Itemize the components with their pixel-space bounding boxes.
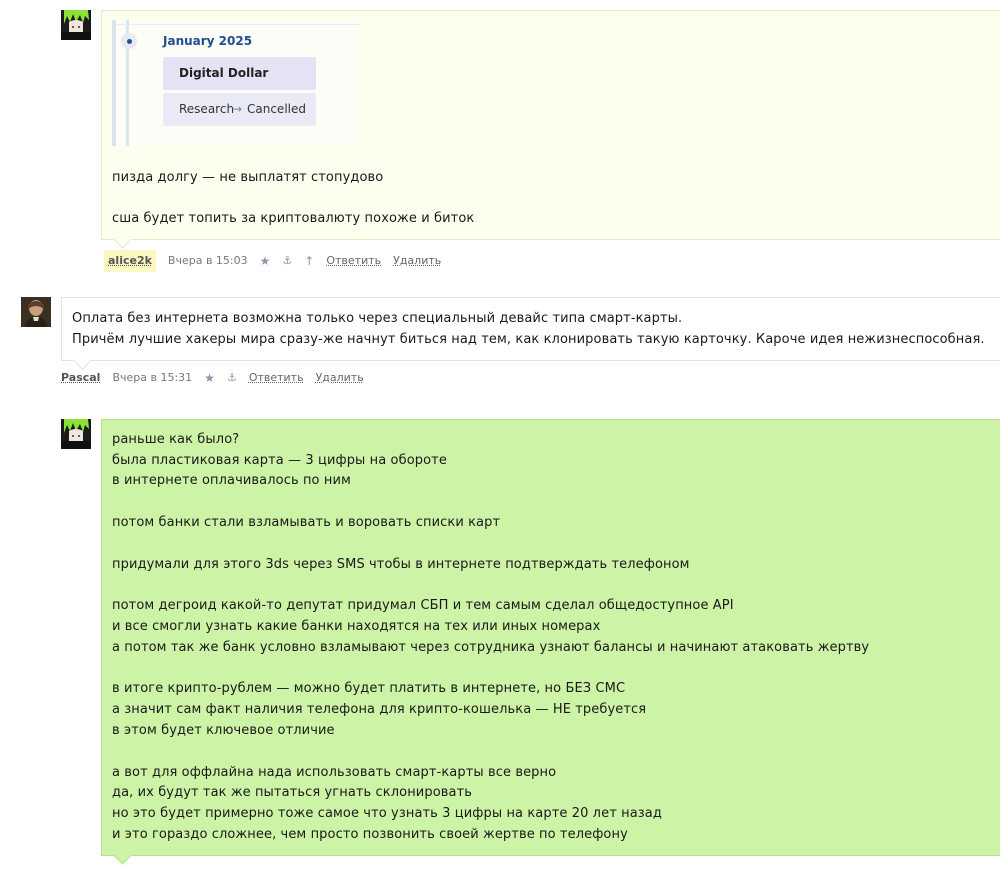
comment-text-line: придумали для этого 3ds через SMS чтобы … bbox=[112, 557, 690, 572]
comment-text-line: в этом будет ключевое отличие bbox=[112, 723, 335, 738]
comment-text-line: раньше как было? bbox=[112, 432, 240, 447]
comment-text-line: Причём лучшие хакеры мира сразу-же начну… bbox=[72, 332, 985, 347]
reply-button[interactable]: Ответить bbox=[249, 371, 304, 385]
timeline-item-title[interactable]: Digital Dollar bbox=[163, 57, 316, 90]
author-link[interactable]: alice2k bbox=[104, 250, 156, 272]
green-hair-avatar-icon bbox=[61, 10, 91, 40]
comment-text-line: а вот для оффлайна нада использовать сма… bbox=[112, 765, 557, 780]
bubble-tail bbox=[113, 230, 132, 249]
status-from: Research bbox=[179, 102, 235, 116]
comment-text-line: в интернете оплачивалось по ним bbox=[112, 473, 351, 488]
portrait-avatar-icon bbox=[21, 297, 51, 327]
reply-button[interactable]: Ответить bbox=[326, 254, 381, 268]
arrow-right-icon: → bbox=[232, 102, 243, 116]
delete-button[interactable]: Удалить bbox=[393, 254, 441, 268]
comment-text-line: была пластиковая карта — 3 цифры на обор… bbox=[112, 453, 447, 468]
author-link[interactable]: Pascal bbox=[61, 371, 100, 385]
avatar[interactable] bbox=[21, 297, 51, 327]
avatar[interactable] bbox=[61, 419, 91, 449]
comment-text-line: да, их будут так же пытаться угнать скло… bbox=[112, 785, 473, 800]
status-to: Cancelled bbox=[247, 102, 306, 116]
comment-time[interactable]: Вчера в 15:03 bbox=[168, 254, 248, 268]
arrow-up-icon[interactable]: ↑ bbox=[304, 254, 314, 268]
avatar[interactable] bbox=[61, 10, 91, 40]
comment-meta: alice2k Вчера в 15:03 ★ ⚓ ↑ Ответить Уда… bbox=[104, 250, 441, 272]
comment-text-line: Оплата без интернета возможна только чер… bbox=[72, 311, 683, 326]
comment-text-line: а значит сам факт наличия телефона для к… bbox=[112, 702, 647, 717]
star-icon[interactable]: ★ bbox=[260, 254, 271, 268]
comment-text-line: потом банки стали взламывать и воровать … bbox=[112, 515, 501, 530]
timeline-rail bbox=[112, 20, 116, 146]
comment-text-line: в итоге крипто-рублем — можно будет плат… bbox=[112, 681, 626, 696]
star-icon[interactable]: ★ bbox=[204, 371, 215, 385]
comment-text-line: сша будет топить за криптовалюту похоже … bbox=[112, 211, 475, 226]
green-hair-avatar-icon bbox=[61, 419, 91, 449]
comment-time[interactable]: Вчера в 15:31 bbox=[112, 371, 192, 385]
timeline-item-title-label: Digital Dollar bbox=[179, 66, 269, 80]
comment-body bbox=[61, 297, 1000, 370]
timeline-month: January 2025 bbox=[163, 34, 253, 48]
timeline-item-status: Research → Cancelled bbox=[163, 93, 316, 126]
comment-text-line: и это гораздо сложнее, чем просто позвон… bbox=[112, 827, 628, 842]
comment-meta: Pascal Вчера в 15:31 ★ ⚓ Ответить Удалит… bbox=[61, 371, 364, 385]
bubble-tail bbox=[113, 846, 132, 865]
timeline-embed[interactable]: January 2025 Digital Dollar Research → C… bbox=[112, 20, 360, 146]
comment-text-line: пизда долгу — не выплатят стопудово bbox=[112, 170, 384, 185]
delete-button[interactable]: Удалить bbox=[316, 371, 364, 385]
comment-text-line: но это будет примерно тоже самое что узн… bbox=[112, 806, 662, 821]
anchor-icon[interactable]: ⚓ bbox=[282, 254, 292, 268]
anchor-icon[interactable]: ⚓ bbox=[227, 371, 237, 385]
bubble-tail bbox=[73, 351, 92, 370]
timeline-dot bbox=[127, 39, 132, 44]
comment-text-line: а потом так же банк условно взламывают ч… bbox=[112, 640, 870, 655]
comment-text-line: и все смогли узнать какие банки находятс… bbox=[112, 619, 601, 634]
embed-divider bbox=[116, 24, 360, 25]
comment-text-line: потом дегроид какой-то депутат придумал … bbox=[112, 598, 734, 613]
